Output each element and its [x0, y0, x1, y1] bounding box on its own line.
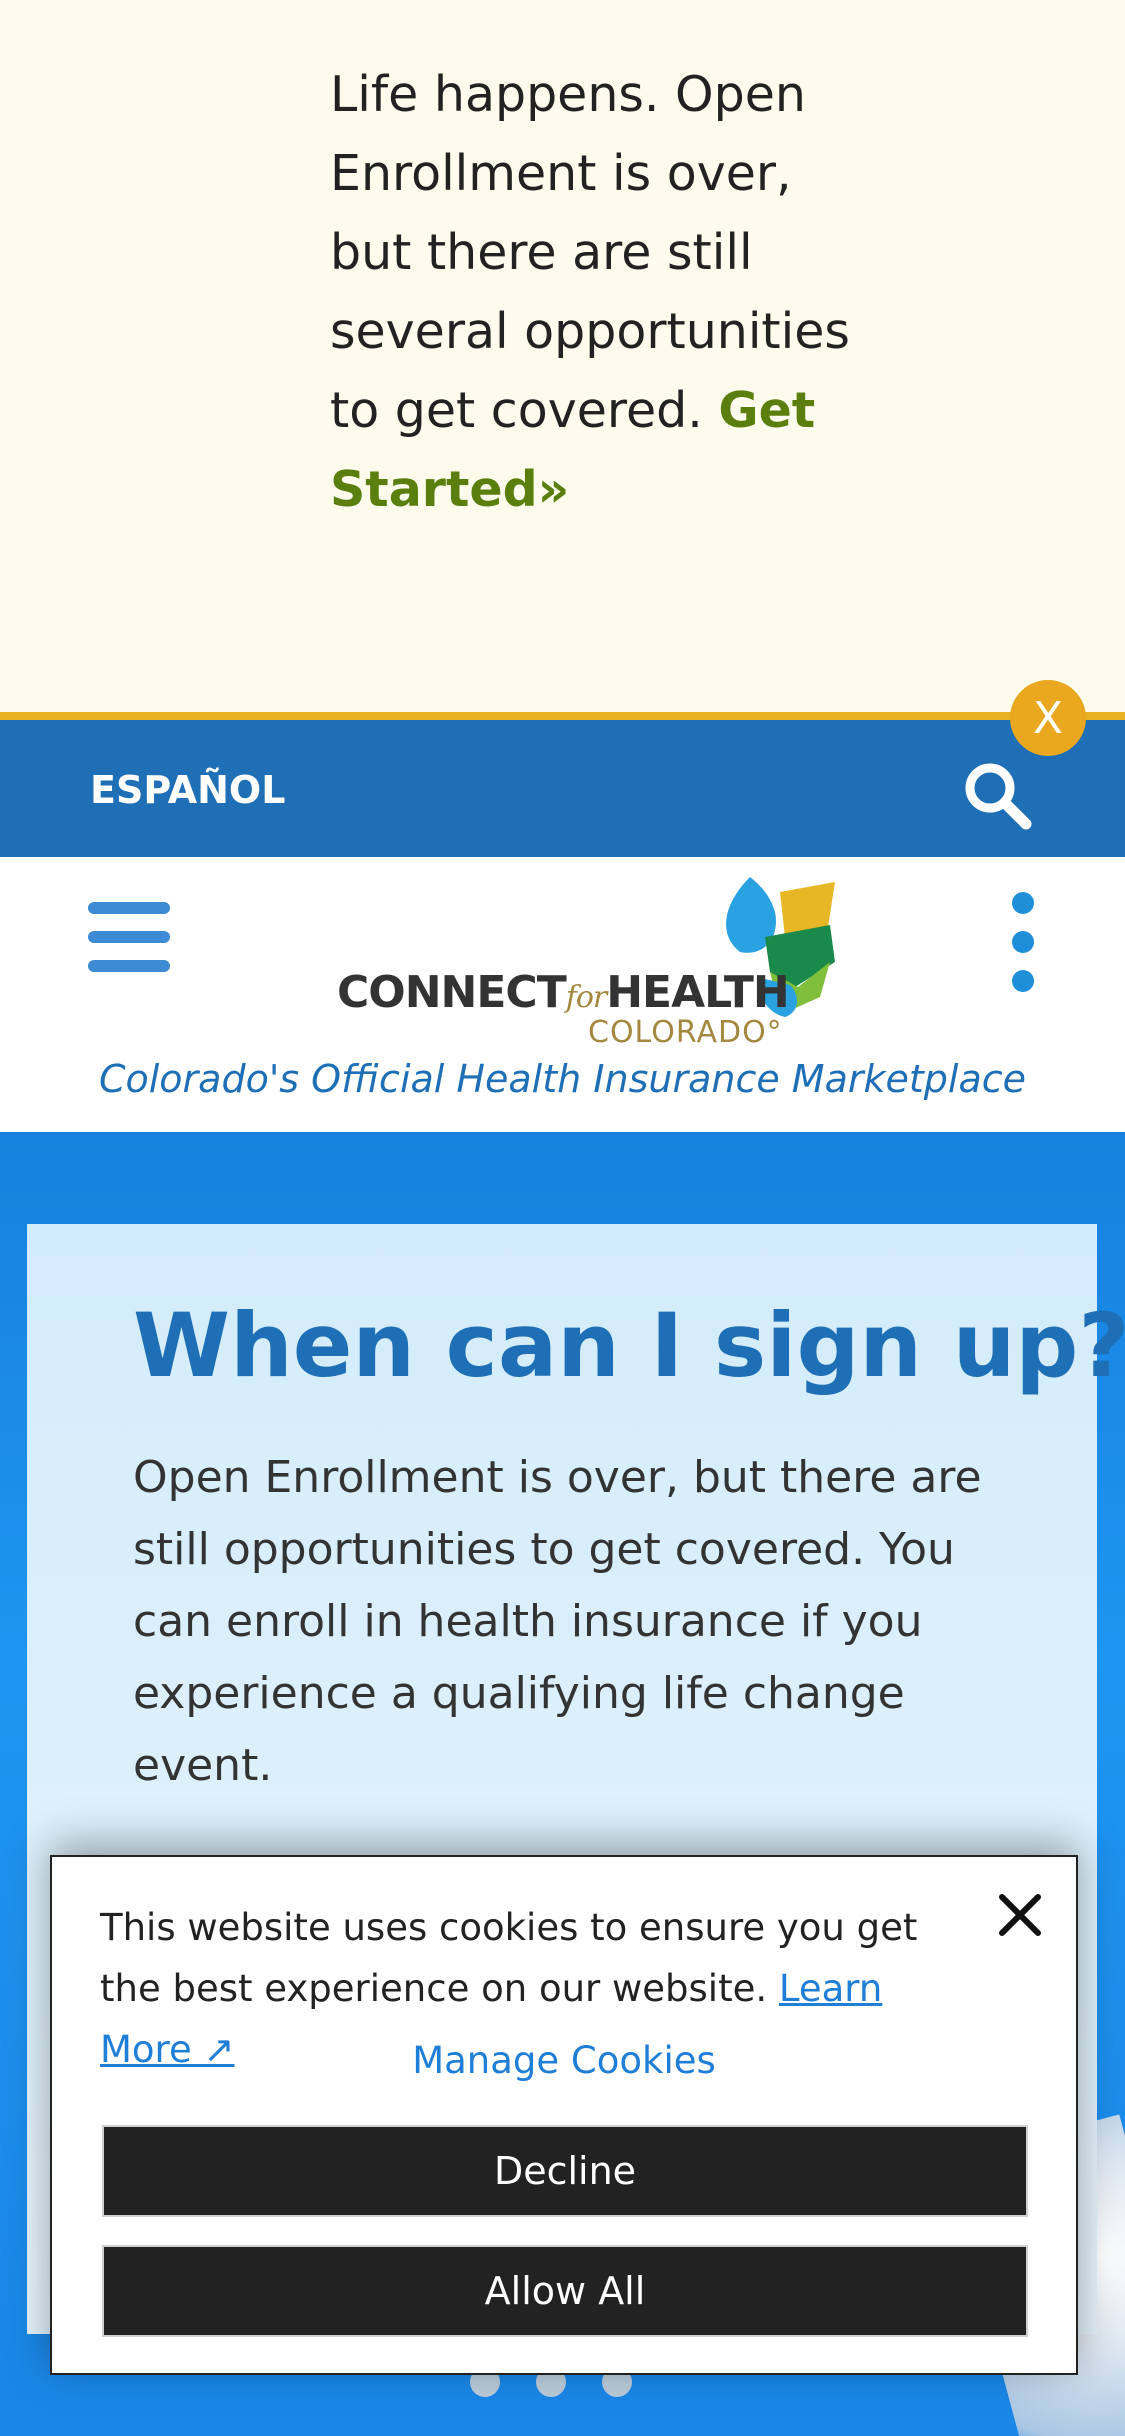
allow-all-button[interactable]: Allow All: [102, 2245, 1028, 2337]
cookie-consent-dialog: This website uses cookies to ensure you …: [50, 1855, 1078, 2375]
hero-body: Open Enrollment is over, but there are s…: [133, 1452, 982, 1791]
language-toggle-link[interactable]: ESPAÑOL: [90, 768, 285, 812]
logo-health: HEALTH: [606, 967, 790, 1018]
announcement-banner: Life happens. Open Enrollment is over, b…: [0, 0, 1125, 712]
close-banner-button[interactable]: X: [1010, 680, 1086, 756]
banner-message: Life happens. Open Enrollment is over, b…: [330, 55, 850, 529]
top-utility-bar: ESPAÑOL: [0, 712, 1125, 857]
manage-cookies-link[interactable]: Manage Cookies: [52, 2039, 1076, 2082]
search-icon: [965, 763, 1032, 830]
close-icon: [999, 1894, 1041, 1936]
close-banner-label: X: [1032, 692, 1064, 744]
logo-for: for: [565, 980, 608, 1015]
logo-connect: CONNECT: [337, 967, 567, 1018]
site-header: CONNECTforHEALTH COLORADO° Colorado's Of…: [0, 857, 1125, 1132]
search-button[interactable]: [960, 758, 1036, 834]
vertical-dots-icon[interactable]: [1005, 892, 1041, 992]
hero-title: When can I sign up?: [133, 1294, 1125, 1397]
cookie-close-button[interactable]: [994, 1889, 1046, 1941]
decline-button[interactable]: Decline: [102, 2125, 1028, 2217]
logo-state: COLORADO°: [588, 1015, 783, 1050]
site-logo[interactable]: CONNECTforHEALTH COLORADO°: [330, 867, 850, 1050]
logo-wordmark: CONNECTforHEALTH: [337, 967, 790, 1018]
site-tagline: Colorado's Official Health Insurance Mar…: [98, 1057, 1027, 1101]
hamburger-menu-icon[interactable]: [88, 902, 170, 972]
